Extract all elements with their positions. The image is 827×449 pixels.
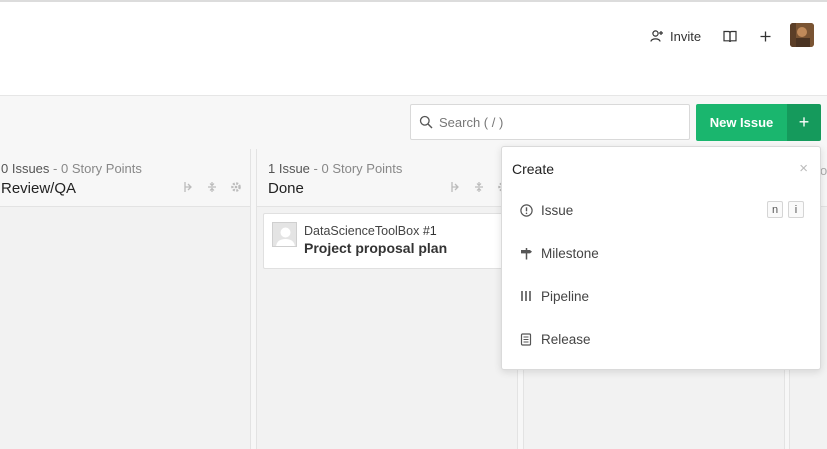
- invite-label: Invite: [670, 28, 702, 44]
- create-heading: Create: [512, 161, 555, 177]
- story-points: - 0 Story Points: [49, 161, 142, 176]
- column-header: 1 Issue - 0 Story Points Done: [257, 149, 517, 207]
- issue-icon: [519, 203, 533, 217]
- search-input[interactable]: [439, 114, 679, 130]
- column-header: 0 Issues - 0 Story Points Review/QA: [0, 149, 250, 207]
- column-meta: 0 Issues - 0 Story Points: [1, 161, 142, 176]
- issue-repo: DataScienceToolBox #1: [304, 224, 437, 238]
- issue-count: 1 Issue: [268, 161, 310, 176]
- menu-item-label: Issue: [541, 202, 574, 218]
- top-bar: Invite: [0, 0, 827, 96]
- default-avatar-icon: [273, 223, 296, 246]
- release-icon: [519, 332, 533, 346]
- pipeline-icon: [519, 289, 533, 303]
- pipeline-column-review-qa: 0 Issues - 0 Story Points Review/QA: [0, 149, 251, 449]
- repo-name: DataScienceToolBox: [304, 224, 420, 238]
- create-pipeline-item[interactable]: Pipeline: [502, 278, 820, 314]
- collapse-icon[interactable]: [206, 180, 218, 194]
- column-title: Done: [268, 180, 304, 197]
- shortcut-key-i: i: [788, 201, 804, 218]
- add-user-icon: [650, 30, 663, 42]
- story-points: - 0 Story Points: [309, 161, 403, 176]
- user-avatar[interactable]: [790, 23, 814, 47]
- docs-button[interactable]: [721, 27, 739, 45]
- new-issue-button[interactable]: New Issue: [696, 104, 787, 141]
- create-issue-item[interactable]: Issue n i: [502, 192, 820, 228]
- column-meta: 1 Issue - 0 Story Points: [268, 161, 402, 176]
- column-title-peek: o: [820, 163, 827, 178]
- board-toolbar: New Issue +: [0, 96, 827, 149]
- search-icon: [419, 115, 433, 129]
- add-button[interactable]: [756, 27, 774, 45]
- pipeline-column-done: 1 Issue - 0 Story Points Done DataScienc…: [256, 149, 518, 449]
- search-box[interactable]: [410, 104, 690, 140]
- issue-card[interactable]: DataScienceToolBox #1 Project proposal p…: [263, 213, 513, 269]
- menu-item-label: Pipeline: [541, 288, 590, 304]
- menu-item-label: Release: [541, 331, 591, 347]
- menu-item-label: Milestone: [541, 245, 599, 261]
- column-actions: [182, 180, 242, 194]
- create-menu-button[interactable]: +: [787, 104, 821, 141]
- issue-title: Project proposal plan: [304, 240, 448, 256]
- collapse-icon[interactable]: [473, 180, 485, 194]
- avatar: [272, 222, 297, 247]
- shortcut-key-n: n: [767, 201, 783, 218]
- invite-button[interactable]: Invite: [650, 27, 701, 45]
- filter-icon[interactable]: [449, 180, 461, 194]
- column-title: Review/QA: [1, 180, 77, 197]
- gear-icon[interactable]: [230, 180, 242, 194]
- create-milestone-item[interactable]: Milestone: [502, 235, 820, 271]
- avatar-image: [790, 23, 814, 47]
- create-dropdown: Create × Issue n i Milestone Pipeline Re…: [501, 146, 821, 370]
- create-release-item[interactable]: Release: [502, 321, 820, 357]
- plus-icon: [760, 31, 770, 41]
- column-actions: [449, 180, 509, 194]
- book-icon: [723, 30, 737, 42]
- milestone-icon: [519, 246, 533, 260]
- issue-number: #1: [422, 224, 437, 238]
- filter-icon[interactable]: [182, 180, 194, 194]
- issue-count: 0 Issues: [1, 161, 50, 176]
- close-icon[interactable]: ×: [799, 160, 808, 177]
